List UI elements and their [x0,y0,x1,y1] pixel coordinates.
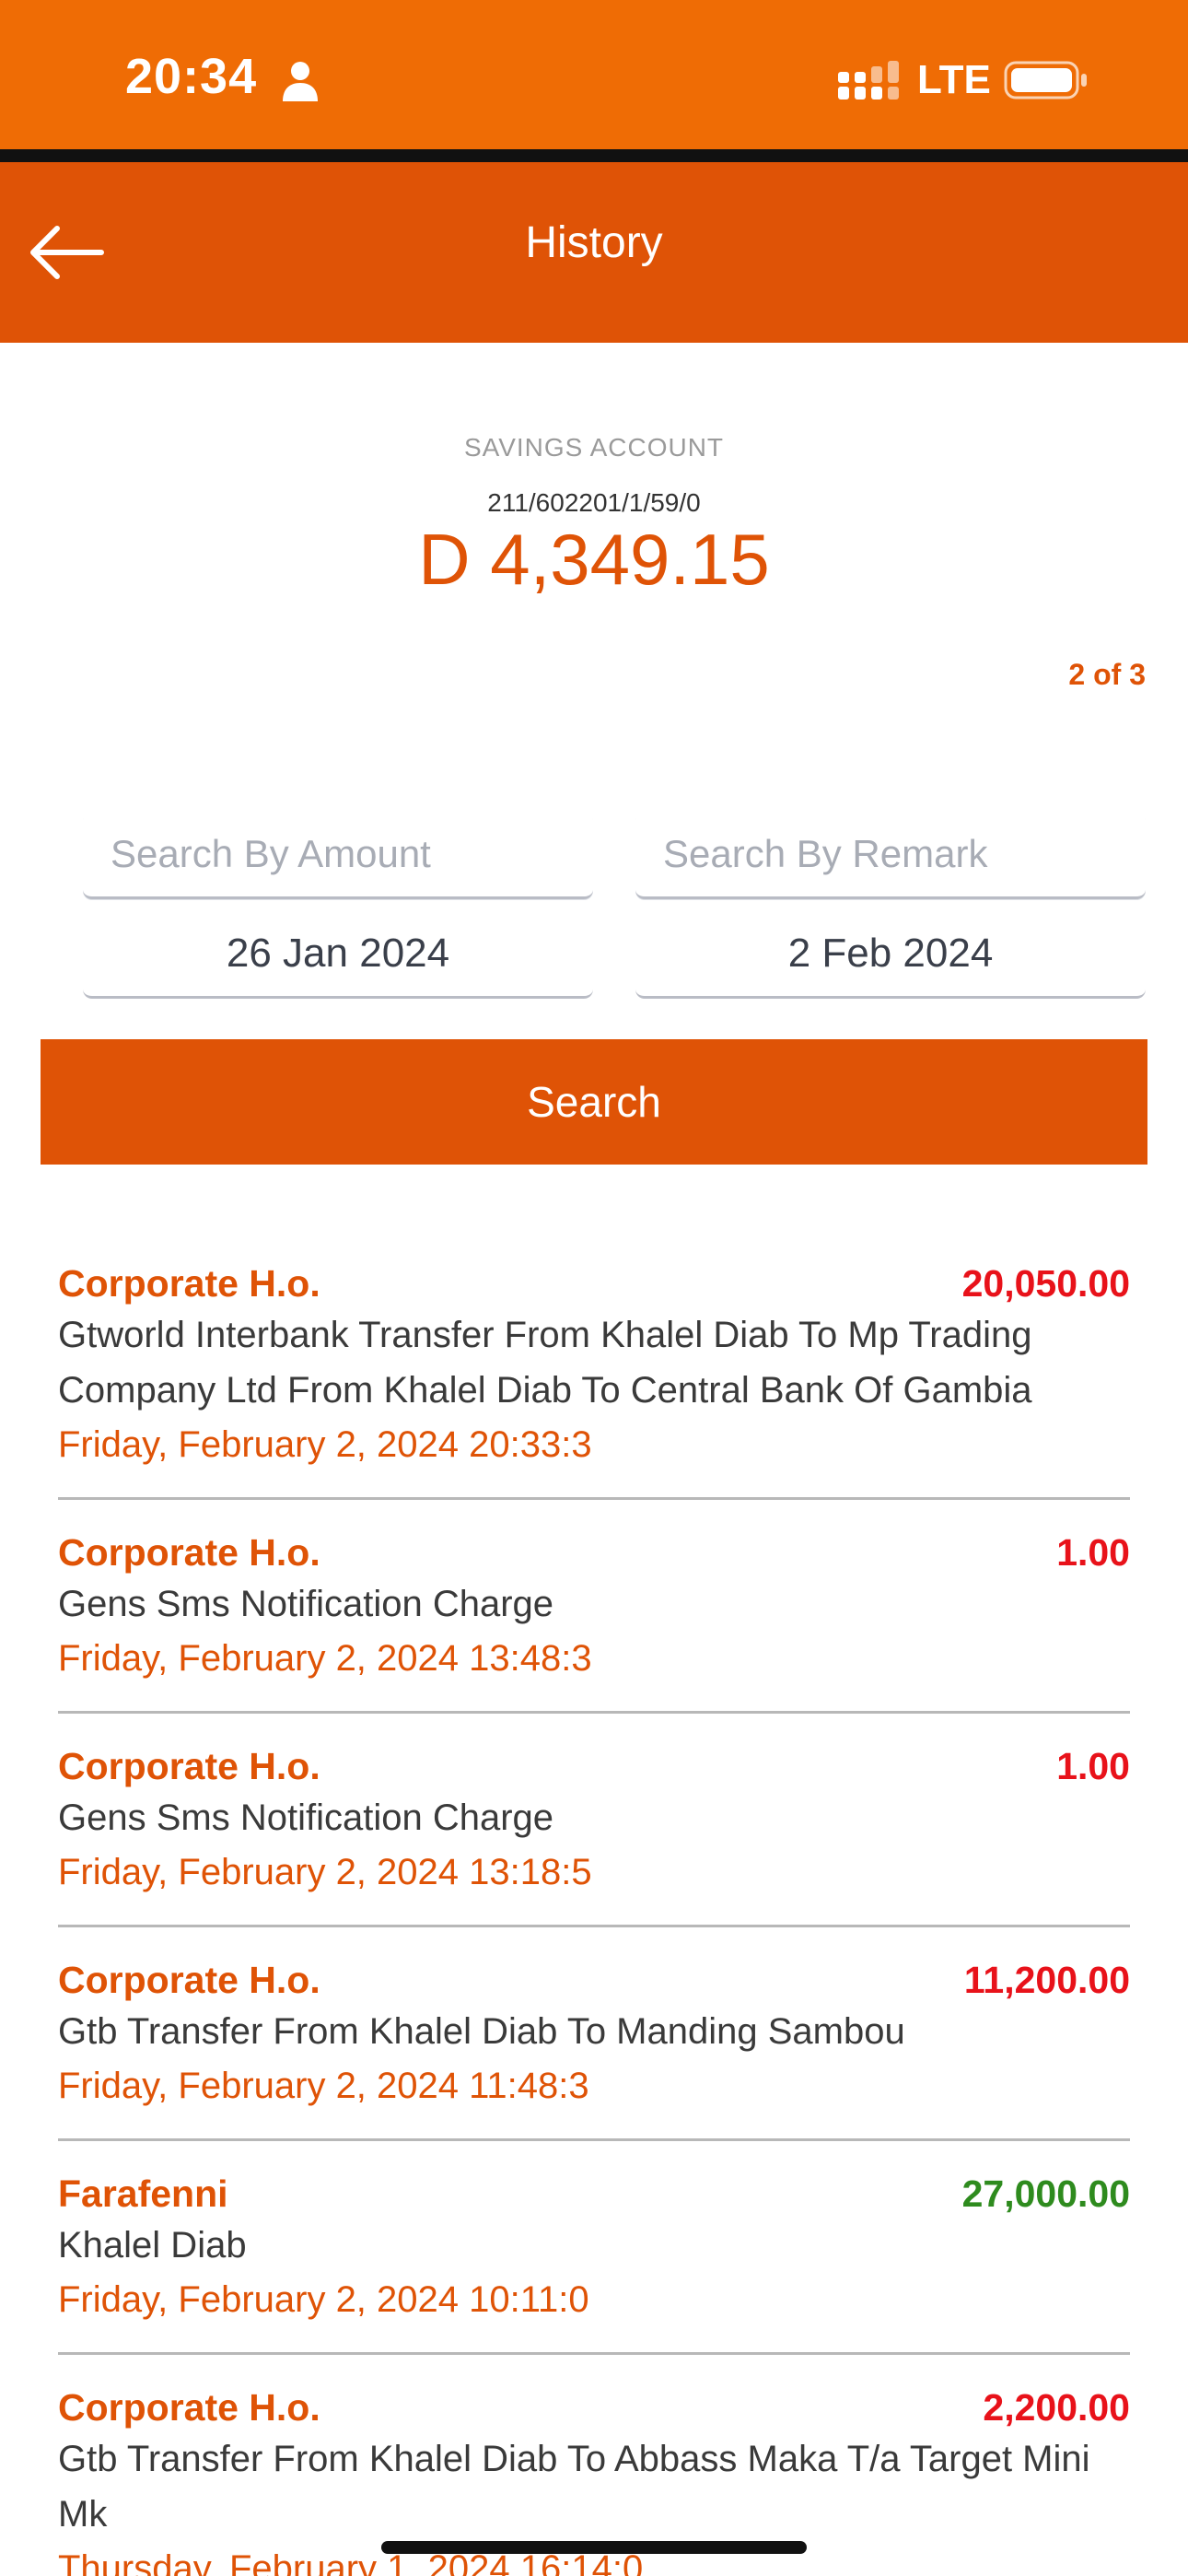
signal-icon [838,61,899,100]
search-amount-field[interactable] [83,811,593,899]
transaction-amount: 27,000.00 [961,2172,1130,2215]
transaction-item[interactable]: Farafenni 27,000.00 Khalel Diab Friday, Feb… [58,2163,1130,2355]
account-number: 211/602201/1/59/0 [487,488,701,517]
battery-icon [1004,61,1087,100]
transaction-item[interactable]: Corporate H.o. 1.00 Gens Sms Notification … [58,1736,1130,1927]
transaction-date: Friday, February 2, 2024 11:48:3 [58,2066,589,2106]
transaction-header: Corporate H.o. 20,050.00 [58,1262,1130,1306]
transaction-date: Friday, February 2, 2024 13:48:3 [58,1638,592,1679]
status-time: 20:34 [125,49,258,104]
transaction-date: Friday, February 2, 2024 10:11:0 [58,2279,589,2320]
transaction-remark: Gens Sms Notification Charge [58,1584,554,1624]
transaction-amount: 1.00 [1056,1531,1130,1574]
transaction-remark: Gens Sms Notification Charge [58,1797,554,1838]
transaction-remark: Gtb Transfer From Khalel Diab To Manding… [58,2011,905,2052]
transaction-date: Friday, February 2, 2024 20:33:3 [58,1424,592,1465]
search-remark-field[interactable] [635,811,1146,899]
transaction-item[interactable]: Corporate H.o. 20,050.00 Gtworld Interbank… [58,1253,1130,1500]
transaction-amount: 2,200.00 [983,2386,1130,2429]
transaction-list: Corporate H.o. 20,050.00 Gtworld Interbank… [58,1253,1130,2576]
page-title: History [525,218,663,267]
transaction-remark: Khalel Diab [58,2225,247,2266]
transaction-remark: Gtworld Interbank Transfer From Khalel D… [58,1315,1032,1411]
search-button[interactable]: Search [41,1039,1147,1165]
transaction-branch: Corporate H.o. [58,1262,320,1305]
transaction-branch: Corporate H.o. [58,1745,320,1787]
person-icon [283,62,318,101]
transaction-branch: Farafenni [58,2172,228,2215]
status-divider [0,149,1188,162]
transaction-header: Corporate H.o. 1.00 [58,1745,1130,1788]
transaction-branch: Corporate H.o. [58,2386,320,2429]
transaction-header: Corporate H.o. 2,200.00 [58,2386,1130,2430]
search-remark-input[interactable] [635,811,1146,896]
history-screen: 20:34 LTE History SAVINGS ACCOUNT 211/60… [0,0,1188,2576]
account-type: SAVINGS ACCOUNT [463,433,725,462]
transaction-header: Corporate H.o. 11,200.00 [58,1959,1130,2002]
transaction-remark: Gtb Transfer From Khalel Diab To Abbass … [58,2439,1090,2535]
transaction-amount: 20,050.00 [961,1262,1130,1305]
to-date-picker[interactable]: 2 Feb 2024 [635,910,1146,999]
transaction-amount: 11,200.00 [963,1959,1130,2001]
transaction-item[interactable]: Corporate H.o. 11,200.00 Gtb Transfer From… [58,1950,1130,2141]
page-indicator[interactable]: 2 of 3 [1068,658,1146,692]
transaction-header: Farafenni 27,000.00 [58,2172,1130,2216]
transaction-branch: Corporate H.o. [58,1959,320,2001]
transaction-date: Friday, February 2, 2024 13:18:5 [58,1852,592,1892]
transaction-amount: 1.00 [1056,1745,1130,1787]
network-label: LTE [917,57,991,102]
status-bar: 20:34 LTE [0,0,1188,149]
home-indicator [381,2541,807,2554]
app-header: History [0,162,1188,343]
account-balance: D 4,349.15 [418,519,770,600]
from-date-picker[interactable]: 26 Jan 2024 [83,910,593,999]
transaction-header: Corporate H.o. 1.00 [58,1531,1130,1575]
transaction-branch: Corporate H.o. [58,1531,320,1574]
search-amount-input[interactable] [83,811,593,896]
transaction-item[interactable]: Corporate H.o. 1.00 Gens Sms Notification … [58,1522,1130,1714]
